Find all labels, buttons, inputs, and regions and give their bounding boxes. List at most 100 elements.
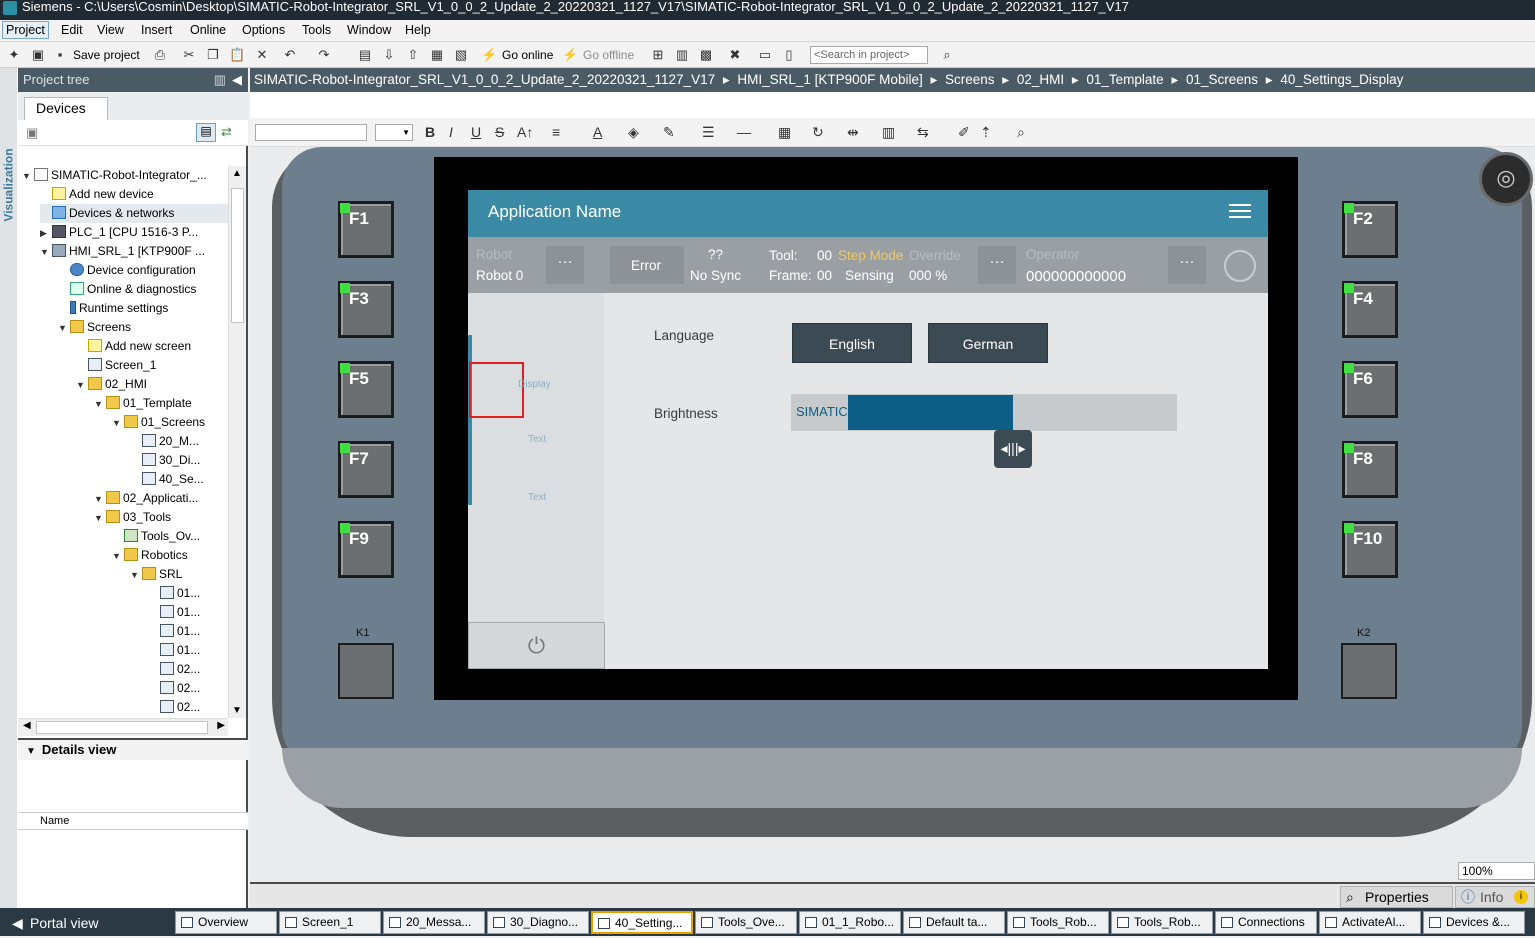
align-icon[interactable]: ▦ [778,124,791,140]
breadcrumb-item[interactable]: 01_Screens [1186,72,1258,87]
editor-tab[interactable]: Overview [175,911,277,934]
f8-key[interactable]: F8 [1342,441,1398,498]
search-in-project-input[interactable]: <Search in project> [810,46,928,64]
stop-cpu-icon[interactable]: ▩ [698,47,714,63]
breadcrumb-item[interactable]: 01_Template [1086,72,1163,87]
scroll-up-icon[interactable]: ▲ [232,168,242,179]
details-view-header[interactable]: ▼ Details view [18,738,248,760]
f2-key[interactable]: F2 [1342,201,1398,258]
operator-select-button[interactable]: ··· [1168,246,1206,284]
cross-reference-icon[interactable]: ✖ [727,47,743,63]
visualization-side-tab[interactable]: Visualization [0,68,17,908]
menu-project[interactable]: Project [2,21,49,39]
tree-item[interactable]: Tools_Ov... [112,527,228,546]
distribute-icon[interactable]: ⇹ [847,124,859,140]
nav-display-item[interactable]: Display [518,379,551,390]
breadcrumb-item[interactable]: 02_HMI [1017,72,1064,87]
editor-tab[interactable]: Tools_Rob... [1007,911,1109,934]
same-size-icon[interactable]: ▥ [882,124,895,140]
fill-color-icon[interactable]: ◈ [628,124,639,140]
open-project-icon[interactable]: ▣ [30,47,46,63]
expanded-arrow-icon[interactable]: ▼ [94,490,106,509]
tree-item[interactable]: ▼ 02_Applicati... [94,489,228,508]
simulation-icon[interactable]: ▦ [429,47,445,63]
editor-tab[interactable]: Screen_1 [279,911,381,934]
f10-key[interactable]: F10 [1342,521,1398,578]
compile-icon[interactable]: ▤ [357,47,373,63]
zoom-level-field[interactable]: 100% [1458,862,1535,880]
text-align-icon[interactable]: ≡ [552,124,560,140]
tree-item[interactable]: Devices & networks [40,204,228,223]
tree-item[interactable]: 01... [148,641,228,660]
tree-item[interactable]: 20_M... [130,432,228,451]
tree-item[interactable]: 02... [148,660,228,679]
collapsed-arrow-icon[interactable]: ▶ [40,224,52,243]
bold-icon[interactable]: B [425,124,435,140]
tree-item[interactable]: ▼ 01_Screens [112,413,228,432]
details-name-column-header[interactable]: Name [18,812,248,830]
editor-tab[interactable]: Tools_Ove... [695,911,797,934]
tree-item[interactable]: ▼ 02_HMI [76,375,228,394]
nav-text-item-2[interactable]: Text [528,492,546,503]
expanded-arrow-icon[interactable]: ▼ [76,376,88,395]
f5-key[interactable]: F5 [338,361,394,418]
split-horizontal-icon[interactable]: ▭ [757,47,773,63]
f3-key[interactable]: F3 [338,281,394,338]
scroll-right-icon[interactable]: ▶ [217,720,225,731]
f4-key[interactable]: F4 [1342,281,1398,338]
tree-view-icon[interactable]: ▤ [196,123,216,142]
start-simulation-icon[interactable]: ▧ [453,47,469,63]
tree-item[interactable]: Runtime settings [58,299,228,318]
tree-vertical-scrollbar[interactable]: ▲ ▼ [228,166,246,718]
upload-icon[interactable]: ⇧ [405,47,421,63]
delete-icon[interactable]: ✕ [254,47,270,63]
expanded-arrow-icon[interactable]: ▼ [40,243,52,262]
rotate-icon[interactable]: ↻ [812,124,824,140]
tree-item[interactable]: Online & diagnostics [58,280,228,299]
scroll-left-icon[interactable]: ◀ [23,720,31,731]
redo-icon[interactable]: ↷ [316,47,332,63]
start-cpu-icon[interactable]: ▥ [674,47,690,63]
font-grow-icon[interactable]: A↑ [517,124,533,140]
editor-tab[interactable]: 20_Messa... [383,911,485,934]
tree-item[interactable]: ▼ SRL [130,565,228,584]
editor-tab[interactable]: 40_Setting... [591,911,693,934]
editor-tab[interactable]: 30_Diagno... [487,911,589,934]
menu-edit[interactable]: Edit [58,23,86,37]
zoom-area-icon[interactable]: ⌕ [1017,124,1025,140]
tree-overview-icon[interactable]: ▣ [26,125,38,141]
print-icon[interactable]: ⎙ [152,47,168,63]
tree-item[interactable]: Device configuration [58,261,228,280]
expanded-arrow-icon[interactable]: ▼ [94,509,106,528]
tree-item[interactable]: ▶ PLC_1 [CPU 1516-3 P... [40,223,228,242]
tree-item[interactable]: 01... [148,603,228,622]
search-project-icon[interactable]: ⌕ [939,47,955,63]
k2-key[interactable] [1341,643,1397,699]
menu-window[interactable]: Window [344,23,394,37]
details-collapse-icon[interactable]: ▼ [26,746,36,757]
line-style-icon[interactable]: — [737,124,751,140]
menu-insert[interactable]: Insert [138,23,175,37]
scroll-thumb[interactable] [231,188,244,323]
slider-handle-icon[interactable]: ◂|||▸ [994,430,1032,468]
tree-item[interactable]: Add new screen [76,337,228,356]
split-vertical-icon[interactable]: ▯ [781,47,797,63]
editor-tab[interactable]: Default ta... [903,911,1005,934]
expanded-arrow-icon[interactable]: ▼ [112,547,124,566]
save-project-button[interactable]: Save project [73,47,140,63]
breadcrumb-item[interactable]: Screens [945,72,995,87]
expanded-arrow-icon[interactable]: ▼ [94,395,106,414]
tree-item[interactable]: ▼ 01_Template [94,394,228,413]
breadcrumb-item[interactable]: SIMATIC-Robot-Integrator_SRL_V1_0_0_2_Up… [254,72,715,87]
breadcrumb-item[interactable]: HMI_SRL_1 [KTP900F Mobile] [737,72,922,87]
f7-key[interactable]: F7 [338,441,394,498]
copy-icon[interactable]: ❐ [205,47,221,63]
editor-tab[interactable]: Tools_Rob... [1111,911,1213,934]
menu-options[interactable]: Options [239,23,288,37]
pin-icon[interactable]: ▥ [214,68,226,92]
properties-tab[interactable]: ⌕ Properties [1340,886,1453,908]
new-project-icon[interactable]: ✦ [6,47,22,63]
tree-item[interactable]: Screen_1 [76,356,228,375]
tree-item[interactable]: ▼ HMI_SRL_1 [KTP900F ... [40,242,228,261]
tree-refresh-icon[interactable]: ⇄ [221,124,232,140]
